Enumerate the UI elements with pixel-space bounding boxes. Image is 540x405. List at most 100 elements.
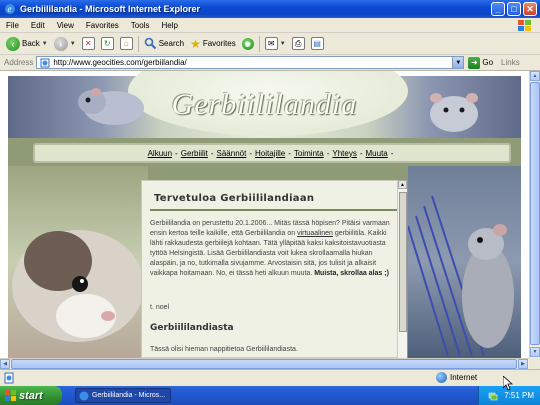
back-arrow-icon: ‹ (6, 36, 20, 51)
mail-button[interactable]: ✉ ▼ (262, 35, 289, 53)
toolbar-divider (258, 35, 260, 52)
print-icon: ⎙ (291, 37, 305, 50)
home-button[interactable]: ⌂ (117, 35, 136, 53)
media-icon: ◉ (241, 37, 254, 50)
nav-separator: - (175, 148, 178, 158)
address-input[interactable] (53, 58, 453, 67)
search-label: Search (158, 39, 185, 48)
search-button[interactable]: Search (141, 35, 187, 53)
page-icon (40, 58, 50, 67)
nav-separator: - (326, 148, 330, 158)
favorites-label: Favorites (202, 39, 236, 48)
nav-separator: - (288, 148, 291, 158)
scroll-thumb[interactable] (399, 192, 407, 332)
address-label: Address (4, 58, 34, 67)
virtuaalinen-link[interactable]: virtuaalinen (297, 230, 333, 237)
refresh-icon: ↻ (100, 37, 114, 50)
gerbil-image (430, 93, 478, 132)
menu-edit[interactable]: Edit (25, 21, 51, 30)
ie-icon: e (5, 4, 15, 14)
minimize-button[interactable]: _ (491, 2, 505, 16)
chevron-down-icon[interactable]: ▼ (70, 41, 76, 47)
go-arrow-icon: ➜ (468, 56, 481, 69)
links-button[interactable]: Links (501, 58, 520, 67)
horizontal-scrollbar[interactable]: ◀ ▶ (0, 358, 529, 369)
nav-link-gerbiilit[interactable]: Gerbiilit (181, 149, 208, 158)
refresh-button[interactable]: ↻ (98, 35, 117, 53)
intro-bold: Muista, skrollaa alas ;) (314, 270, 389, 277)
vertical-scrollbar[interactable]: ▲ ▼ (529, 71, 540, 358)
chevron-down-icon[interactable]: ▼ (452, 57, 464, 68)
vertical-scroll-thumb[interactable] (530, 82, 540, 345)
chevron-down-icon[interactable]: ▼ (280, 41, 286, 47)
nav-link-toiminta[interactable]: Toiminta (294, 149, 324, 158)
nav-separator: - (210, 148, 214, 158)
mouse-cursor-icon (503, 376, 513, 391)
security-zone: Internet (436, 372, 477, 383)
title-bar: e Gerbiililandia - Microsoft Internet Ex… (0, 0, 540, 18)
section-heading: Gerbiililandiasta (150, 323, 234, 333)
content-panel: Tervetuloa Gerbiililandiaan Gerbiililand… (141, 180, 407, 358)
nav-separator: - (359, 148, 363, 158)
home-icon: ⌂ (119, 37, 133, 50)
network-icon[interactable] (488, 391, 498, 401)
horizontal-scroll-thumb[interactable] (11, 359, 517, 369)
print-button[interactable]: ⎙ (289, 35, 308, 53)
scroll-left-icon[interactable]: ◀ (0, 359, 10, 369)
section-text: Tässä olisi hieman nappitietoa Gerbiilil… (150, 346, 298, 353)
favorites-button[interactable]: ★ Favorites (187, 35, 239, 53)
gerbil-image (407, 195, 514, 357)
site-nav: Alkuun - Gerbiilit - Säännöt - Hoitajille - … (33, 143, 511, 163)
clock: 7:51 PM (504, 391, 534, 400)
taskbar-item-ie[interactable]: Gerbiililandia - Micros... (75, 388, 171, 403)
window-title: Gerbiililandia - Microsoft Internet Expl… (20, 4, 201, 14)
edit-button[interactable]: ▤ (308, 35, 327, 53)
heading-divider (150, 209, 398, 211)
toolbar: ‹ Back ▼ › ▼ ✕ ↻ ⌂ Search ★ Favorites ◉ … (0, 33, 540, 55)
go-button[interactable]: ➜ Go (468, 56, 494, 69)
scroll-up-icon[interactable]: ▲ (530, 71, 540, 81)
scroll-right-icon[interactable]: ▶ (518, 359, 528, 369)
forward-arrow-icon: › (53, 36, 68, 51)
zone-label: Internet (450, 373, 478, 382)
menu-favorites[interactable]: Favorites (80, 21, 125, 30)
stop-button[interactable]: ✕ (79, 35, 98, 53)
address-field[interactable]: ▼ (36, 56, 465, 69)
menu-view[interactable]: View (51, 21, 80, 30)
chevron-down-icon[interactable]: ▼ (42, 41, 48, 47)
page-status-icon (4, 372, 14, 384)
nav-link-alkuun[interactable]: Alkuun (148, 149, 172, 158)
search-icon (144, 37, 156, 50)
status-bar: Internet (0, 369, 540, 386)
svg-text:e: e (8, 4, 12, 14)
nav-link-saannot[interactable]: Säännöt (217, 149, 247, 158)
mail-icon: ✉ (264, 37, 278, 50)
scroll-up-icon[interactable]: ▲ (398, 180, 407, 189)
back-button[interactable]: ‹ Back ▼ (3, 35, 51, 53)
nav-link-muuta[interactable]: Muuta (366, 149, 388, 158)
nav-separator: - (249, 148, 252, 158)
close-button[interactable]: ✕ (523, 2, 537, 16)
ie-icon (79, 391, 89, 400)
gerbil-photo-right (407, 166, 521, 358)
content-scrollbar[interactable]: ▲ (397, 180, 407, 358)
media-button[interactable]: ◉ (239, 35, 257, 53)
nav-link-yhteys[interactable]: Yhteys (332, 149, 356, 158)
start-button[interactable]: start (0, 386, 62, 405)
back-label: Back (22, 39, 40, 48)
maximize-button[interactable]: □ (507, 2, 521, 16)
menu-bar: File Edit View Favorites Tools Help (0, 18, 540, 33)
menu-help[interactable]: Help (155, 21, 183, 30)
go-label: Go (482, 58, 494, 67)
menu-tools[interactable]: Tools (125, 21, 156, 30)
scroll-corner (529, 358, 540, 369)
windows-logo-icon (518, 20, 531, 31)
taskbar: start Gerbiililandia - Micros... 7:51 PM (0, 386, 540, 405)
scroll-down-icon[interactable]: ▼ (530, 347, 540, 357)
menu-file[interactable]: File (0, 21, 25, 30)
forward-button[interactable]: › ▼ (51, 35, 79, 53)
nav-link-hoitajille[interactable]: Hoitajille (255, 149, 285, 158)
globe-icon (436, 372, 447, 383)
star-icon: ★ (190, 36, 201, 51)
page-banner: Gerbiililandia (8, 71, 521, 138)
